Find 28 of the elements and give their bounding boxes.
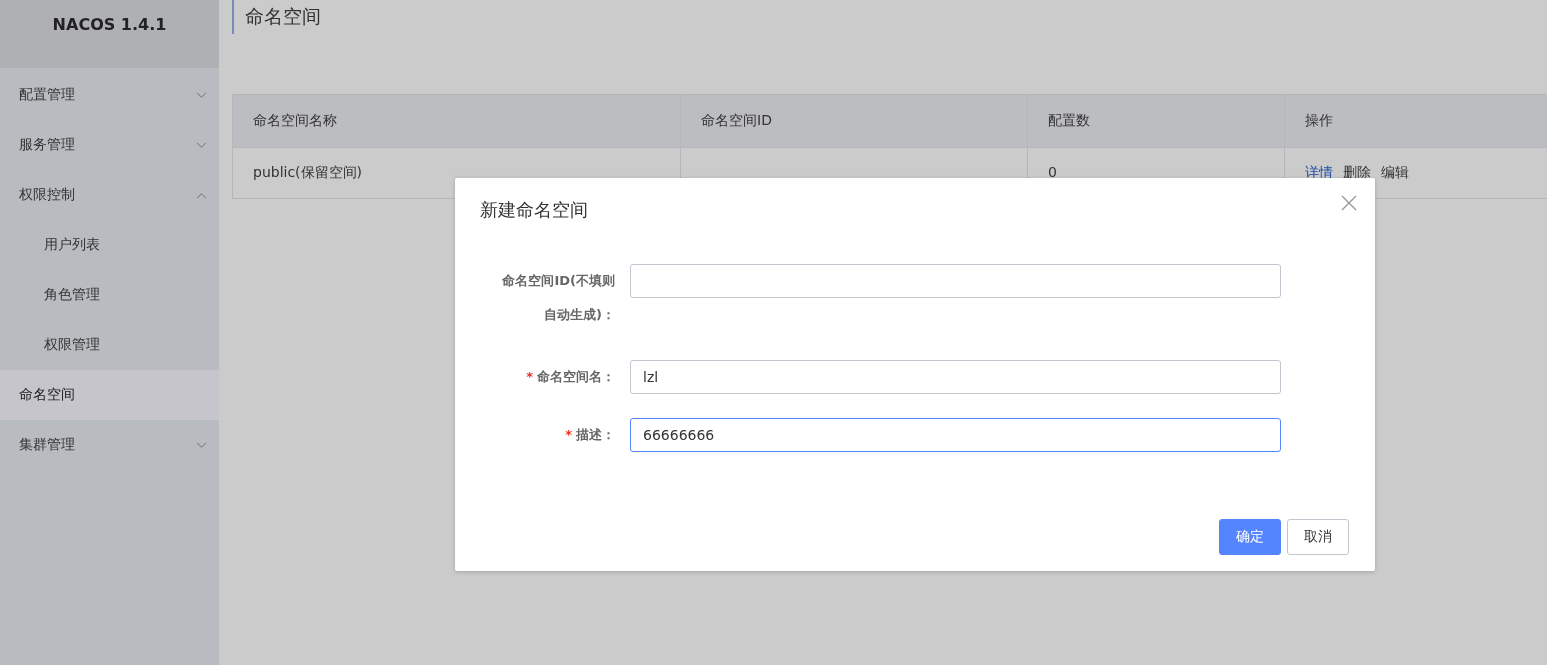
field-label: 描述： xyxy=(576,426,615,444)
field-label: 命名空间名： xyxy=(537,368,615,386)
column-header: 操作 xyxy=(1284,95,1547,147)
required-mark: * xyxy=(565,427,572,442)
brand-title: NACOS 1.4.1 xyxy=(0,0,219,68)
cancel-button[interactable]: 取消 xyxy=(1287,519,1349,555)
column-header: 命名空间名称 xyxy=(252,111,338,130)
submenu-item[interactable]: 角色管理 xyxy=(0,270,219,320)
menu-item[interactable]: 服务管理 xyxy=(0,120,219,170)
menu-item[interactable]: 集群管理 xyxy=(0,420,219,470)
input-field[interactable]: lzl xyxy=(630,360,1281,394)
menu-item[interactable]: 命名空间 xyxy=(0,370,219,420)
input-field[interactable] xyxy=(630,264,1281,298)
field-label: 命名空间ID(不填则自动生成)： xyxy=(501,272,615,324)
input-field[interactable]: 66666666 xyxy=(630,418,1281,452)
action-link[interactable]: 编辑 xyxy=(1381,164,1409,182)
submenu-item[interactable]: 用户列表 xyxy=(0,220,219,270)
action-link[interactable]: 删除 xyxy=(1343,164,1371,182)
submenu-item[interactable]: 权限管理 xyxy=(0,320,219,370)
column-header: 命名空间ID xyxy=(680,95,1027,147)
page-title: 命名空间 xyxy=(232,0,1547,34)
action-link[interactable]: 详情 xyxy=(1305,164,1333,182)
menu-item[interactable]: 权限控制 xyxy=(0,170,219,220)
menu-item[interactable]: 配置管理 xyxy=(0,70,219,120)
column-header: 配置数 xyxy=(1027,95,1284,147)
close-icon[interactable] xyxy=(1341,195,1357,211)
required-mark: * xyxy=(526,369,533,384)
dialog-title: 新建命名空间 xyxy=(480,198,588,222)
